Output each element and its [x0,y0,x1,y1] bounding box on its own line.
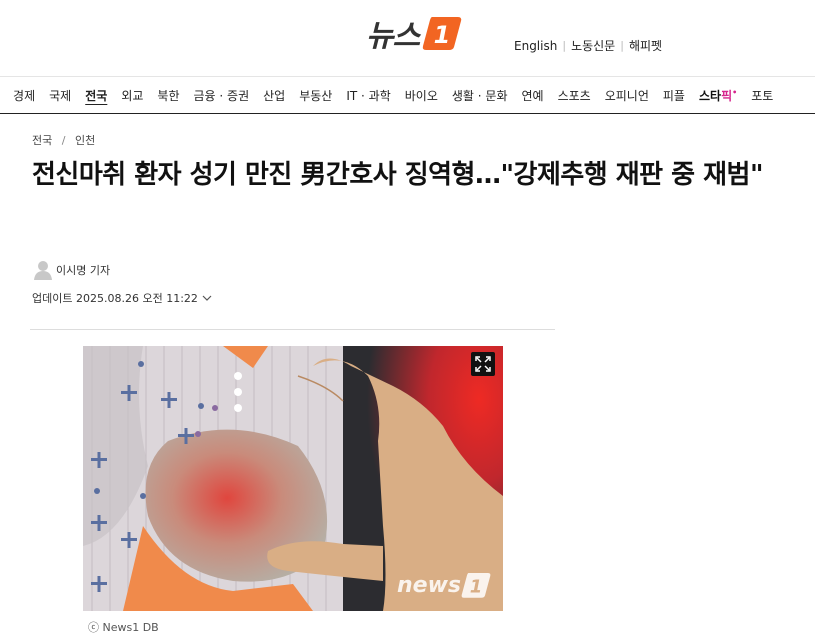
nodong-sinmun-link[interactable]: 노동신문 [571,37,615,54]
logo-mark-icon: 1 [422,15,462,51]
chevron-down-icon [202,292,212,305]
nav-item-it-science[interactable]: IT · 과학 [346,87,390,104]
nav-item-industry[interactable]: 산업 [263,87,285,104]
update-time[interactable]: 업데이트 2025.08.26 오전 11:22 [32,290,212,306]
nav-item-finance[interactable]: 금융 · 증권 [194,87,250,104]
article-title: 전신마취 환자 성기 만진 男간호사 징역형…"강제추행 재판 중 재범" [32,160,764,190]
breadcrumb-separator: / [61,134,66,147]
reporter-name[interactable]: 이시명 기자 [56,262,110,278]
pick-dot-icon: • [732,87,738,97]
nav-item-people[interactable]: 피플 [663,87,685,104]
nav-item-life-culture[interactable]: 생활 · 문화 [452,87,508,104]
nav-item-international[interactable]: 국제 [49,87,71,104]
logo-text: 뉴스 [366,19,420,54]
reporter-avatar-icon [34,261,52,280]
happypet-link[interactable]: 해피펫 [629,37,662,54]
update-timestamp: 업데이트 2025.08.26 오전 11:22 [32,292,198,305]
watermark-mark-icon: 1 [461,573,491,598]
nav-item-real-estate[interactable]: 부동산 [299,87,332,104]
separator: | [620,39,624,52]
nav-item-photo[interactable]: 포토 [751,87,773,104]
byline: 이시명 기자 [34,260,110,280]
pick-label: 픽 [721,88,733,103]
expand-icon[interactable] [471,352,495,376]
english-link[interactable]: English [514,39,557,53]
nav-item-bio[interactable]: 바이오 [405,87,438,104]
nav-item-entertainment[interactable]: 연예 [521,87,543,104]
nav-item-national[interactable]: 전국 [85,87,107,104]
utility-links: English | 노동신문 | 해피펫 [514,37,662,54]
main-nav: 회 경제 국제 전국 외교 북한 금융 · 증권 산업 부동산 IT · 과학 … [0,76,815,114]
breadcrumb-national[interactable]: 전국 [32,134,52,147]
nav-item-north-korea[interactable]: 북한 [157,87,179,104]
separator: | [562,39,567,52]
nav-item-economy[interactable]: 경제 [13,87,35,104]
nav-item-opinion[interactable]: 오피니언 [605,87,649,104]
divider [30,329,555,330]
breadcrumb: 전국 / 인천 [32,132,95,148]
svg-text:1: 1 [470,577,483,598]
article-image[interactable]: news 1 [83,346,503,611]
image-credit: ⓒ News1 DB [88,621,159,634]
nav-item-diplomacy[interactable]: 외교 [121,87,143,104]
star-label: 스타 [698,88,722,103]
watermark-text: news [396,572,461,598]
breadcrumb-incheon[interactable]: 인천 [75,134,95,147]
nav-item-sports[interactable]: 스포츠 [558,87,591,104]
site-header: 뉴스 1 English | 노동신문 | 해피펫 [0,0,815,76]
svg-text:1: 1 [434,21,451,49]
nav-item-star-pick[interactable]: 스타픽• [699,87,737,104]
news1-watermark: news 1 [397,571,491,599]
news1-logo[interactable]: 뉴스 1 [366,13,462,54]
